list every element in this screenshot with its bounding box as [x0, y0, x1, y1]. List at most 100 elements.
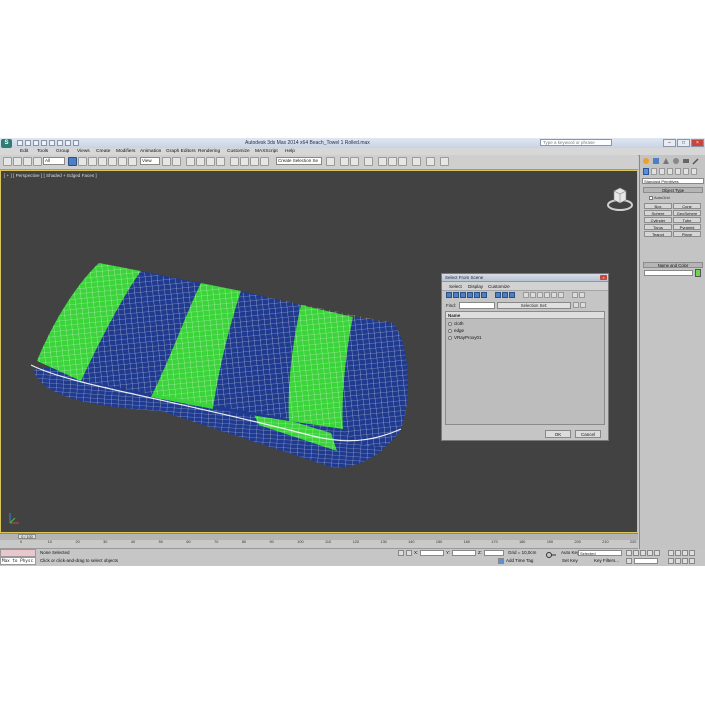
- spinner-snap-icon[interactable]: [216, 157, 225, 166]
- maxscript-output[interactable]: [0, 549, 36, 557]
- selection-filter-select[interactable]: All: [43, 157, 65, 165]
- ok-button[interactable]: OK: [545, 430, 571, 438]
- menu-edit[interactable]: Edit: [20, 149, 28, 154]
- previous-frame-icon[interactable]: [633, 550, 639, 556]
- menu-views[interactable]: Views: [77, 149, 90, 154]
- search-input[interactable]: Type a keyword or phrase: [540, 139, 612, 146]
- render-iterative-icon[interactable]: [412, 157, 421, 166]
- menu-rendering[interactable]: Rendering: [198, 149, 220, 154]
- display-spacewarps-icon[interactable]: [481, 292, 487, 298]
- curve-editor-icon[interactable]: [340, 157, 349, 166]
- pyramid-button[interactable]: Pyramid: [673, 224, 701, 230]
- save-file-icon[interactable]: [33, 140, 39, 146]
- selection-set-select[interactable]: Selection Set:: [497, 302, 571, 309]
- edit-named-selection-icon[interactable]: [230, 157, 239, 166]
- redo-icon[interactable]: [49, 140, 55, 146]
- selection-lock-icon[interactable]: [398, 550, 404, 556]
- display-children-icon[interactable]: [551, 292, 557, 298]
- column-header-name[interactable]: Name: [446, 312, 604, 319]
- display-helpers-icon[interactable]: [474, 292, 480, 298]
- display-tab-icon[interactable]: [682, 157, 690, 165]
- go-to-start-icon[interactable]: [626, 550, 632, 556]
- graphite-toggle-icon[interactable]: [326, 157, 335, 166]
- pivot-center-icon[interactable]: [162, 157, 171, 166]
- category-select[interactable]: Standard Primitives: [642, 178, 704, 184]
- key-mode-select[interactable]: Selected: [578, 550, 622, 556]
- tube-button[interactable]: Tube: [673, 217, 701, 223]
- list-item[interactable]: VRayProxy01: [446, 334, 604, 341]
- render-setup-icon[interactable]: [378, 157, 387, 166]
- render-in-cloud-icon[interactable]: [440, 157, 449, 166]
- align-icon[interactable]: [250, 157, 259, 166]
- utilities-tab-icon[interactable]: [692, 157, 700, 165]
- unlink-icon[interactable]: [23, 157, 32, 166]
- perspective-viewport[interactable]: [ + ] [ Perspective ] [ Shaded + Edged F…: [0, 170, 638, 533]
- new-file-icon[interactable]: [17, 140, 23, 146]
- hierarchy-tab-icon[interactable]: [662, 157, 670, 165]
- display-shapes-icon[interactable]: [453, 292, 459, 298]
- display-geometry-icon[interactable]: [446, 292, 452, 298]
- menu-tools[interactable]: Tools: [37, 149, 48, 154]
- project-folder-icon[interactable]: [73, 140, 79, 146]
- teapot-button[interactable]: Teapot: [644, 231, 672, 237]
- menu-help[interactable]: Help: [285, 149, 295, 154]
- play-icon[interactable]: [640, 550, 646, 556]
- select-rotate-icon[interactable]: [118, 157, 127, 166]
- filter-icon[interactable]: [572, 292, 578, 298]
- autogrid-check-icon[interactable]: [649, 195, 653, 200]
- select-manipulate-icon[interactable]: [172, 157, 181, 166]
- cone-button[interactable]: Cone: [673, 203, 701, 209]
- app-logo-icon[interactable]: S: [1, 139, 12, 148]
- snaps-toggle-icon[interactable]: [186, 157, 195, 166]
- time-slider-knob[interactable]: 0 / 100: [18, 534, 36, 539]
- hold-icon[interactable]: [57, 140, 63, 146]
- field-of-view-icon[interactable]: [668, 558, 674, 564]
- motion-tab-icon[interactable]: [672, 157, 680, 165]
- cameras-icon[interactable]: [667, 168, 673, 175]
- cancel-button[interactable]: Cancel: [575, 430, 601, 438]
- menu-modifiers[interactable]: Modifiers: [116, 149, 135, 154]
- activeshade-icon[interactable]: [426, 157, 435, 166]
- viewcube-icon[interactable]: [605, 185, 635, 215]
- select-all-icon[interactable]: [523, 292, 529, 298]
- pan-view-icon[interactable]: [675, 558, 681, 564]
- percent-snap-icon[interactable]: [206, 157, 215, 166]
- select-invert-icon[interactable]: [537, 292, 543, 298]
- display-influences-icon[interactable]: [558, 292, 564, 298]
- menu-customize[interactable]: Customize: [227, 149, 250, 154]
- select-by-name-icon[interactable]: [78, 157, 87, 166]
- torus-button[interactable]: Torus: [644, 224, 672, 230]
- time-slider[interactable]: 0 / 100: [0, 533, 638, 540]
- pick-icon[interactable]: [579, 292, 585, 298]
- render-production-icon[interactable]: [398, 157, 407, 166]
- maxscript-listener[interactable]: Max to Physc: [0, 549, 36, 565]
- display-xrefs-icon[interactable]: [502, 292, 508, 298]
- absolute-mode-icon[interactable]: [406, 550, 412, 556]
- window-crossing-icon[interactable]: [98, 157, 107, 166]
- find-input[interactable]: [459, 302, 495, 309]
- min-max-toggle-icon[interactable]: [689, 558, 695, 564]
- orbit-icon[interactable]: [682, 558, 688, 564]
- key-mode-toggle-icon[interactable]: [626, 558, 632, 564]
- mirror-icon[interactable]: [240, 157, 249, 166]
- lights-icon[interactable]: [659, 168, 665, 175]
- menu-create[interactable]: Create: [96, 149, 110, 154]
- time-tag-icon[interactable]: [498, 558, 504, 564]
- key-icon[interactable]: [546, 551, 556, 559]
- cylinder-button[interactable]: Cylinder: [644, 217, 672, 223]
- fetch-icon[interactable]: [65, 140, 71, 146]
- modify-tab-icon[interactable]: [652, 157, 660, 165]
- add-time-tag[interactable]: Add Time Tag: [506, 558, 533, 563]
- key-filters-button[interactable]: Key Filters...: [594, 558, 619, 563]
- rendered-frame-window-icon[interactable]: [388, 157, 397, 166]
- list-item[interactable]: edge: [446, 327, 604, 334]
- layer-manager-icon[interactable]: [260, 157, 269, 166]
- select-none-icon[interactable]: [530, 292, 536, 298]
- shapes-icon[interactable]: [651, 168, 657, 175]
- coord-x-field[interactable]: [420, 550, 444, 556]
- bind-space-warp-icon[interactable]: [33, 157, 42, 166]
- object-color-swatch[interactable]: [695, 269, 701, 277]
- coord-z-field[interactable]: [484, 550, 504, 556]
- select-move-icon[interactable]: [108, 157, 117, 166]
- auto-key-button[interactable]: Auto Key: [561, 550, 579, 555]
